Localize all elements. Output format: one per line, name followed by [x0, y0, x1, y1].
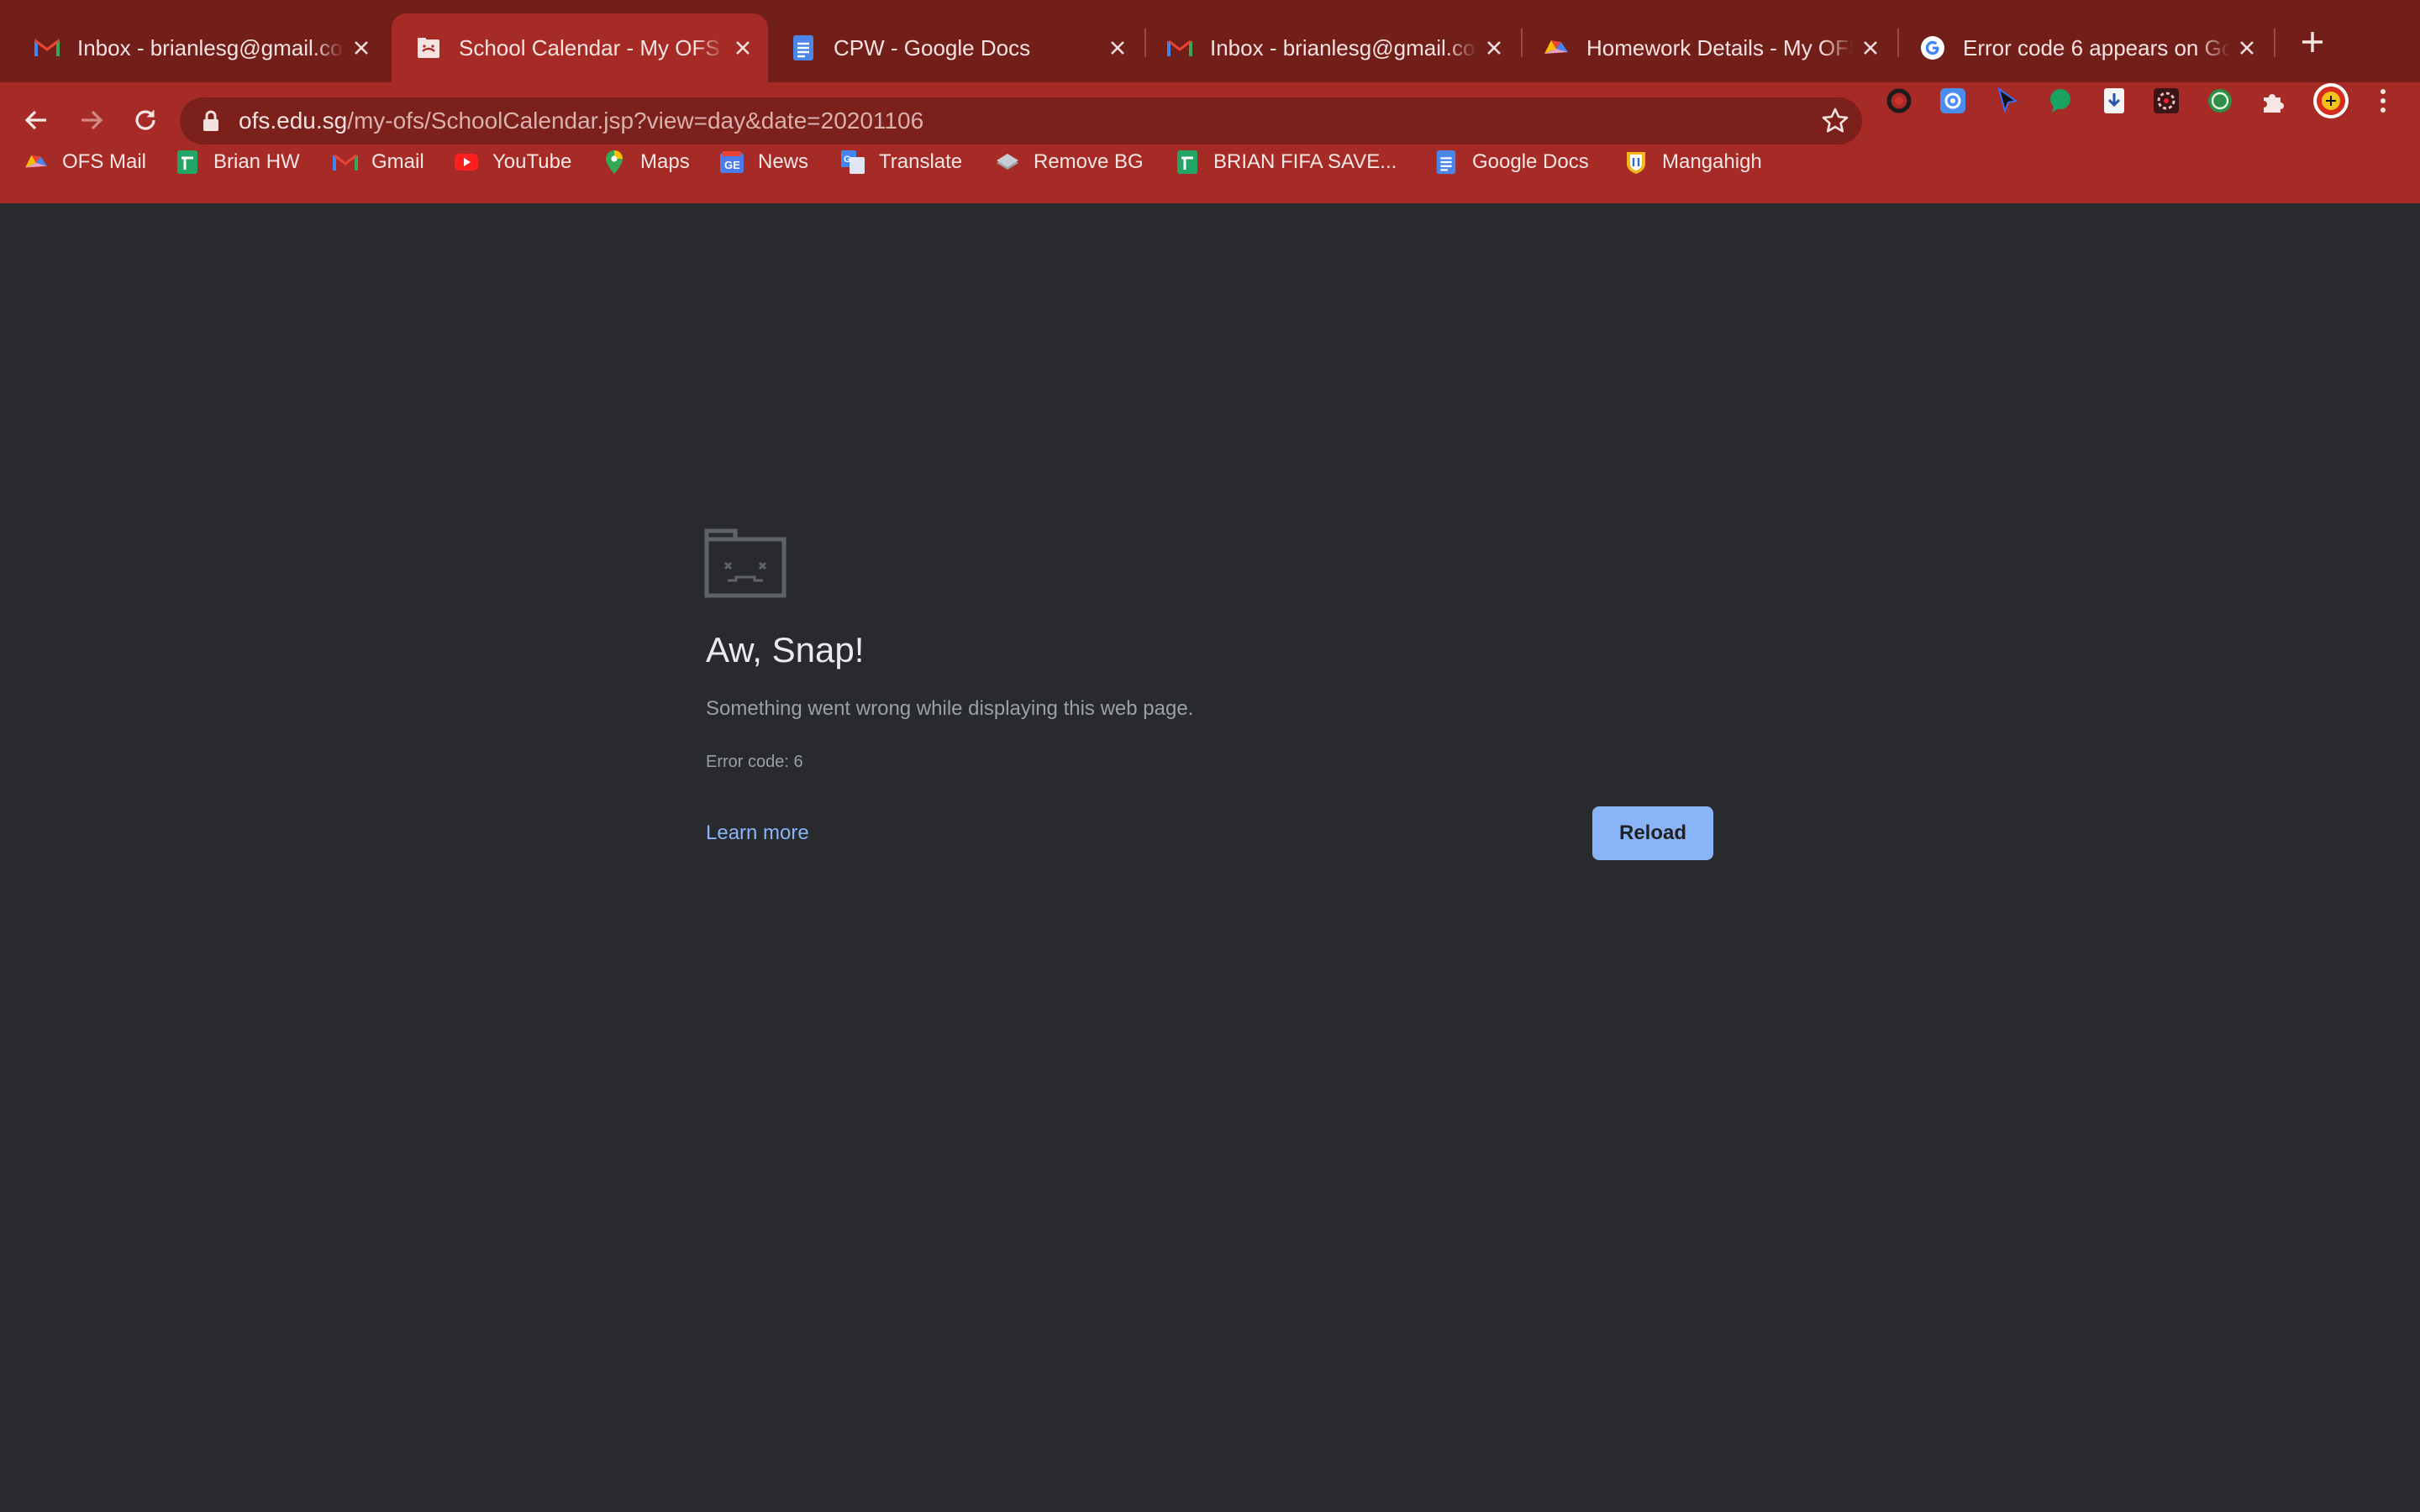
- forward-button[interactable]: [72, 101, 111, 139]
- learn-more-link[interactable]: Learn more: [706, 822, 809, 845]
- remove-bg-icon: [995, 150, 1020, 175]
- translate-icon: G: [840, 150, 865, 175]
- google-sheets-icon: [1175, 150, 1200, 175]
- tab-title: School Calendar - My OFS: [459, 34, 720, 60]
- extension-edpuzzle-icon[interactable]: [1884, 86, 1914, 116]
- mangahigh-icon: [1623, 150, 1649, 175]
- bookmark-label: Maps: [640, 150, 690, 173]
- svg-text:GE: GE: [724, 159, 740, 171]
- new-tab-button[interactable]: [2294, 24, 2331, 60]
- plus-icon: [2302, 32, 2323, 52]
- extension-recorder-icon[interactable]: [2151, 86, 2181, 116]
- url-text: ofs.edu.sg/my-ofs/SchoolCalendar.jsp?vie…: [239, 108, 923, 134]
- bookmark-label: YouTube: [492, 150, 572, 173]
- sad-page-icon: [415, 34, 442, 61]
- google-icon: [1919, 34, 1946, 61]
- close-icon[interactable]: [1854, 31, 1887, 65]
- reload-toolbar-button[interactable]: [126, 101, 165, 139]
- google-news-icon: GE: [719, 150, 744, 175]
- close-icon[interactable]: [2230, 31, 2264, 65]
- bookmark-mangahigh[interactable]: Mangahigh: [1623, 139, 1762, 185]
- lock-icon: [203, 110, 218, 131]
- ofs-icon: [24, 150, 49, 175]
- error-code: Error code: 6: [706, 753, 803, 771]
- google-docs-icon: [790, 34, 817, 61]
- tab-title: Error code 6 appears on Google: [1963, 34, 2230, 60]
- close-icon[interactable]: [1101, 31, 1134, 65]
- profile-avatar[interactable]: [2312, 82, 2349, 119]
- svg-text:G: G: [844, 155, 851, 165]
- address-bar[interactable]: ofs.edu.sg/my-ofs/SchoolCalendar.jsp?vie…: [180, 97, 1862, 144]
- bookmark-star-icon[interactable]: [1820, 106, 1850, 136]
- extension-grammar-icon[interactable]: [2205, 86, 2235, 116]
- tab-homework-details[interactable]: Homework Details - My OFS: [1519, 13, 1896, 82]
- tab-title: Inbox - brianlesg@gmail.com: [1210, 34, 1477, 60]
- gmail-icon: [1166, 34, 1193, 61]
- ofs-icon: [1543, 34, 1570, 61]
- extension-chat-icon[interactable]: [2045, 86, 2075, 116]
- bookmarks-bar: OFS Mail Brian HW Gmail YouTube Maps GE …: [0, 139, 2420, 185]
- google-sheets-icon: [175, 150, 200, 175]
- bookmark-label: BRIAN FIFA SAVE...: [1213, 150, 1397, 173]
- tab-strip: Inbox - brianlesg@gmail.com School Calen…: [0, 0, 2420, 82]
- bookmark-brian-fifa-save[interactable]: BRIAN FIFA SAVE...: [1175, 139, 1397, 185]
- bookmark-label: Mangahigh: [1662, 150, 1762, 173]
- maps-icon: [602, 150, 627, 175]
- bookmark-youtube[interactable]: YouTube: [454, 139, 571, 185]
- tab-title: CPW - Google Docs: [834, 34, 1031, 60]
- bookmark-news[interactable]: GE News: [719, 139, 808, 185]
- gmail-icon: [34, 34, 60, 61]
- tab-separator: [2274, 29, 2275, 57]
- reload-icon: [135, 110, 155, 130]
- close-icon[interactable]: [1477, 31, 1511, 65]
- bookmark-translate[interactable]: G Translate: [840, 139, 962, 185]
- forward-arrow-icon: [82, 110, 103, 130]
- extension-cursor-icon[interactable]: [1991, 86, 2022, 116]
- bookmark-maps[interactable]: Maps: [602, 139, 690, 185]
- sad-folder-icon: [704, 528, 786, 598]
- tab-title: Homework Details - My OFS: [1586, 34, 1854, 60]
- close-icon[interactable]: [345, 31, 378, 65]
- tab-inbox-1[interactable]: Inbox - brianlesg@gmail.com: [10, 13, 387, 82]
- gmail-icon: [333, 150, 358, 175]
- bookmark-label: Remove BG: [1034, 150, 1144, 173]
- menu-kebab-icon[interactable]: [2368, 86, 2398, 116]
- bookmark-brian-hw[interactable]: Brian HW: [175, 139, 300, 185]
- url-path: /my-ofs/SchoolCalendar.jsp?view=day&date…: [347, 108, 924, 134]
- tab-school-calendar[interactable]: School Calendar - My OFS: [392, 13, 768, 82]
- bookmark-label: Gmail: [371, 150, 424, 173]
- bookmark-label: News: [758, 150, 809, 173]
- bookmark-label: Translate: [879, 150, 963, 173]
- error-title: Aw, Snap!: [706, 630, 865, 669]
- url-domain: ofs.edu.sg: [239, 108, 348, 134]
- bookmark-google-docs[interactable]: Google Docs: [1434, 139, 1589, 185]
- error-message: Something went wrong while displaying th…: [706, 697, 1194, 720]
- tab-title: Inbox - brianlesg@gmail.com: [77, 34, 345, 60]
- tab-cpw-docs[interactable]: CPW - Google Docs: [766, 13, 1143, 82]
- tab-error-code-search[interactable]: Error code 6 appears on Google: [1896, 13, 2272, 82]
- tab-inbox-2[interactable]: Inbox - brianlesg@gmail.com: [1143, 13, 1519, 82]
- youtube-icon: [454, 150, 479, 175]
- reload-button[interactable]: Reload: [1592, 806, 1713, 860]
- extension-screencastify-icon[interactable]: [1938, 86, 1968, 116]
- bookmark-remove-bg[interactable]: Remove BG: [995, 139, 1144, 185]
- bookmark-label: OFS Mail: [62, 150, 147, 173]
- google-docs-icon: [1434, 150, 1459, 175]
- back-button[interactable]: [17, 101, 55, 139]
- bookmark-gmail[interactable]: Gmail: [333, 139, 424, 185]
- bookmark-ofs-mail[interactable]: OFS Mail: [24, 139, 146, 185]
- bookmark-label: Brian HW: [213, 150, 300, 173]
- extensions-puzzle-icon[interactable]: [2259, 86, 2289, 116]
- back-arrow-icon: [24, 110, 46, 130]
- bookmark-label: Google Docs: [1472, 150, 1589, 173]
- extension-download-icon[interactable]: [2099, 86, 2129, 116]
- close-icon[interactable]: [726, 31, 760, 65]
